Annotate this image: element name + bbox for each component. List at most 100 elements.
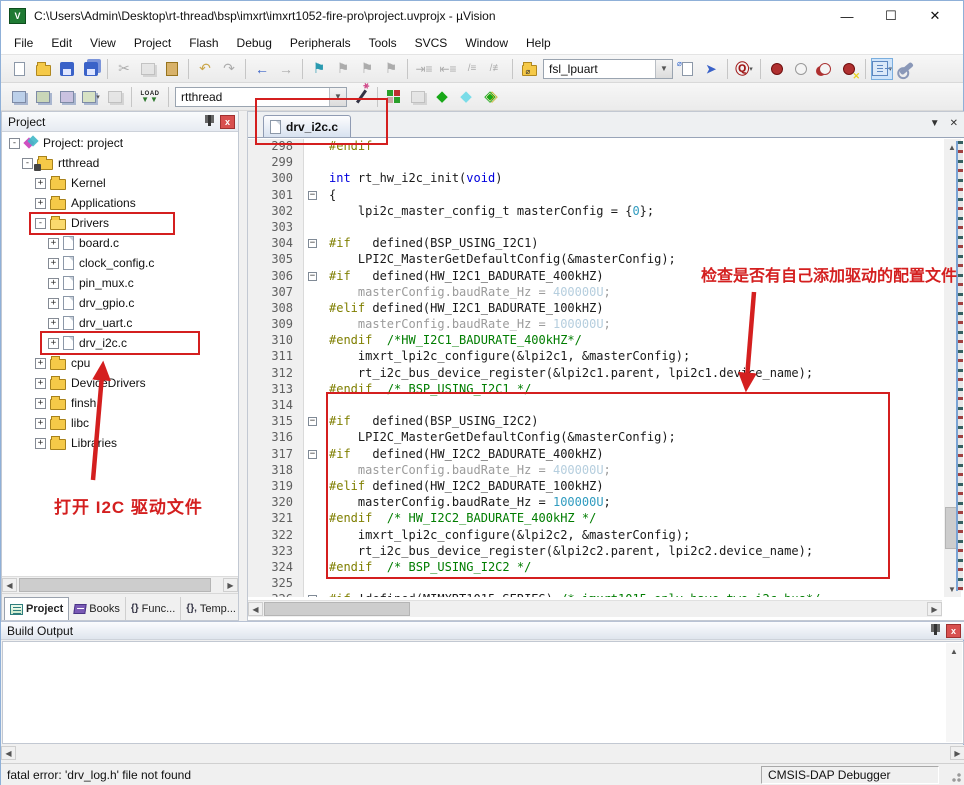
code-line[interactable]: 302 lpi2c_master_config_t masterConfig =…	[248, 204, 942, 220]
scroll-right-icon[interactable]: ▶	[950, 746, 964, 760]
pin-icon[interactable]	[928, 624, 942, 638]
build-output-close-icon[interactable]: x	[946, 624, 961, 638]
build-icon[interactable]	[32, 86, 54, 108]
bookmark-icon[interactable]: ⚑	[308, 58, 330, 80]
menu-flash[interactable]: Flash	[180, 33, 227, 53]
maximize-button[interactable]: ☐	[869, 3, 913, 29]
tree-item-drivers[interactable]: -Drivers	[2, 213, 238, 233]
tab-list-dropdown-icon[interactable]: ▼	[930, 118, 940, 129]
fold-collapse-icon[interactable]: −	[308, 450, 317, 459]
workspace-tab-func[interactable]: {}Func...	[126, 597, 181, 620]
undo-icon[interactable]: ↶	[194, 58, 216, 80]
tree-expander-icon[interactable]: +	[48, 318, 59, 329]
code-line[interactable]: 315−#if defined(BSP_USING_I2C2)	[248, 414, 942, 430]
code-line[interactable]: 320 masterConfig.baudRate_Hz = 100000U;	[248, 495, 942, 511]
package-installer-icon[interactable]: ◈	[479, 86, 501, 108]
window-layout-icon[interactable]: ▾	[871, 58, 893, 80]
tree-item-project-project[interactable]: -Project: project	[2, 133, 238, 153]
search-input[interactable]: fsl_lpuart▼	[543, 59, 673, 79]
paste-icon[interactable]	[161, 58, 183, 80]
code-line[interactable]: 310#endif /*HW_I2C1_BADURATE_400kHZ*/	[248, 333, 942, 349]
code-line[interactable]: 321#endif /* HW_I2C2_BADURATE_400kHZ */	[248, 511, 942, 527]
code-line[interactable]: 304−#if defined(BSP_USING_I2C1)	[248, 236, 942, 252]
code-line[interactable]: 307 masterConfig.baudRate_Hz = 400000U;	[248, 285, 942, 301]
tree-expander-icon[interactable]: +	[35, 398, 46, 409]
code-line[interactable]: 314	[248, 398, 942, 414]
tree-expander-icon[interactable]: +	[35, 378, 46, 389]
comment-icon[interactable]: /≡	[461, 58, 483, 80]
code-view[interactable]: 298#endif299300int rt_hw_i2c_init(void)3…	[248, 139, 942, 597]
fold-margin[interactable]	[304, 528, 322, 544]
build-output-vscrollbar[interactable]: ▲	[946, 643, 962, 742]
fold-margin[interactable]	[304, 171, 322, 187]
tree-expander-icon[interactable]: -	[9, 138, 20, 149]
save-all-icon[interactable]	[80, 58, 102, 80]
tree-expander-icon[interactable]: +	[48, 338, 59, 349]
tree-expander-icon[interactable]: +	[48, 298, 59, 309]
find-in-files-icon[interactable]: ⌀	[518, 58, 540, 80]
manage-rte-icon[interactable]	[383, 86, 405, 108]
target-options-icon[interactable]	[350, 86, 372, 108]
file-extensions-icon[interactable]: ◆	[455, 86, 477, 108]
code-line[interactable]: 309 masterConfig.baudRate_Hz = 100000U;	[248, 317, 942, 333]
tree-item-drv-gpio-c[interactable]: +drv_gpio.c	[2, 293, 238, 313]
fold-margin[interactable]	[304, 317, 322, 333]
code-line[interactable]: 323 rt_i2c_bus_device_register(&lpi2c2.p…	[248, 544, 942, 560]
scroll-left-icon[interactable]: ◀	[1, 746, 16, 760]
code-line[interactable]: 326−#if !defined(MIMXRT1015_SERIES) /* i…	[248, 592, 942, 597]
fold-margin[interactable]	[304, 382, 322, 398]
menu-file[interactable]: File	[5, 33, 42, 53]
indent-icon[interactable]: ⇥≡	[413, 58, 435, 80]
code-line[interactable]: 319#elif defined(HW_I2C2_BADURATE_100kHZ…	[248, 479, 942, 495]
tree-expander-icon[interactable]: +	[35, 438, 46, 449]
fold-collapse-icon[interactable]: −	[308, 191, 317, 200]
tree-item-libc[interactable]: +libc	[2, 413, 238, 433]
save-icon[interactable]	[56, 58, 78, 80]
tree-expander-icon[interactable]: -	[22, 158, 33, 169]
scroll-right-icon[interactable]: ▶	[927, 602, 942, 616]
panel-splitter[interactable]	[239, 111, 247, 621]
tree-expander-icon[interactable]: +	[35, 198, 46, 209]
menu-window[interactable]: Window	[456, 33, 517, 53]
fold-margin[interactable]	[304, 333, 322, 349]
editor-tab-drv-i2c[interactable]: drv_i2c.c	[263, 115, 351, 137]
fold-margin[interactable]	[304, 204, 322, 220]
fold-margin[interactable]	[304, 252, 322, 268]
breakpoint-kill-all-icon[interactable]	[838, 58, 860, 80]
tree-item-devicedrivers[interactable]: +DeviceDrivers	[2, 373, 238, 393]
target-select[interactable]: rtthread▼	[175, 87, 347, 107]
batch-build-icon[interactable]: ▾	[80, 86, 102, 108]
redo-icon[interactable]: ↷	[218, 58, 240, 80]
download-icon[interactable]: LOAD▼▼	[137, 86, 163, 108]
copy-icon[interactable]	[137, 58, 159, 80]
fold-collapse-icon[interactable]: −	[308, 239, 317, 248]
code-line[interactable]: 298#endif	[248, 139, 942, 155]
code-line[interactable]: 306−#if defined(HW_I2C1_BADURATE_400kHZ)	[248, 269, 942, 285]
fold-margin[interactable]: −	[304, 188, 322, 204]
breakpoint-enable-icon[interactable]	[790, 58, 812, 80]
close-button[interactable]: ✕	[913, 3, 957, 29]
outdent-icon[interactable]: ⇤≡	[437, 58, 459, 80]
workspace-tab-project[interactable]: Project	[4, 597, 69, 620]
minimize-button[interactable]: —	[825, 3, 869, 29]
fold-margin[interactable]	[304, 220, 322, 236]
tree-expander-icon[interactable]: +	[35, 358, 46, 369]
fold-margin[interactable]	[304, 511, 322, 527]
menu-debug[interactable]: Debug	[228, 33, 281, 53]
editor-hscrollbar[interactable]: ◀ ▶	[248, 600, 942, 617]
manage-books-icon[interactable]	[407, 86, 429, 108]
code-line[interactable]: 300int rt_hw_i2c_init(void)	[248, 171, 942, 187]
menu-view[interactable]: View	[81, 33, 125, 53]
code-line[interactable]: 311 imxrt_lpi2c_configure(&lpi2c1, &mast…	[248, 349, 942, 365]
code-line[interactable]: 317−#if defined(HW_I2C2_BADURATE_400kHZ)	[248, 447, 942, 463]
fold-collapse-icon[interactable]: −	[308, 272, 317, 281]
tree-item-drv-uart-c[interactable]: +drv_uart.c	[2, 313, 238, 333]
fold-margin[interactable]	[304, 560, 322, 576]
wrench-icon[interactable]	[895, 58, 917, 80]
code-line[interactable]: 324#endif /* BSP_USING_I2C2 */	[248, 560, 942, 576]
chevron-down-icon[interactable]: ▼	[329, 88, 346, 106]
tree-expander-icon[interactable]: -	[35, 218, 46, 229]
tree-expander-icon[interactable]: +	[48, 278, 59, 289]
scroll-up-icon[interactable]: ▲	[947, 644, 961, 658]
cut-icon[interactable]: ✂	[113, 58, 135, 80]
